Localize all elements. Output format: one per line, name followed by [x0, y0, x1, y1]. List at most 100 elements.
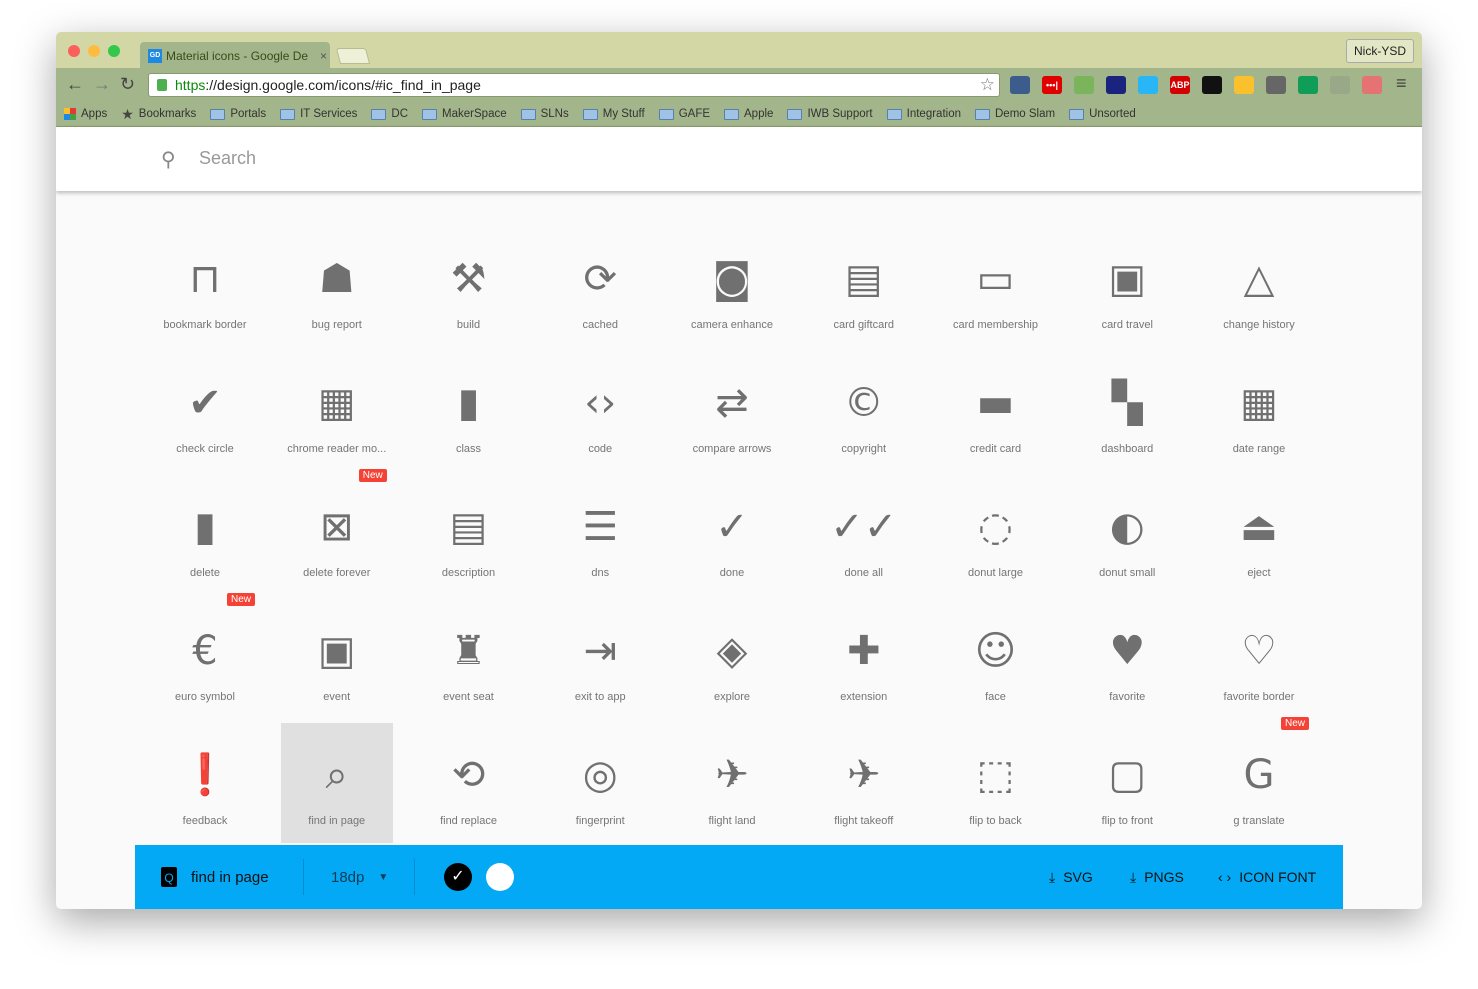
- icon-tile[interactable]: ◌ donut large: [940, 475, 1052, 595]
- icon-tile[interactable]: ☗ bug report: [281, 227, 393, 347]
- favorite-icon: ♥: [1109, 628, 1146, 674]
- bookmark-item[interactable]: GAFE: [658, 108, 710, 120]
- icon-tile[interactable]: ⇥ exit to app: [544, 599, 656, 719]
- bookmark-item[interactable]: SLNs: [520, 108, 569, 120]
- icon-tile[interactable]: ▮ delete: [149, 475, 261, 595]
- bookmark-item[interactable]: My Stuff: [582, 108, 645, 120]
- lastpass-extension-icon[interactable]: •••|: [1042, 76, 1062, 94]
- bookmark-item[interactable]: Apps: [64, 108, 107, 120]
- bookmark-item[interactable]: IT Services: [280, 108, 357, 120]
- forward-icon[interactable]: →: [93, 74, 111, 95]
- icon-tile[interactable]: ⟳ cached: [544, 227, 656, 347]
- bookmark-item[interactable]: Portals: [210, 108, 266, 120]
- bookmark-item[interactable]: Integration: [886, 108, 961, 120]
- icon-tile[interactable]: ◎ fingerprint: [544, 723, 656, 843]
- bookmark-label: IWB Support: [807, 108, 873, 120]
- icon-tile[interactable]: ✓✓ done all: [808, 475, 920, 595]
- icon-tile[interactable]: ✚ extension: [808, 599, 920, 719]
- icon-tile[interactable]: ▤ card giftcard: [808, 227, 920, 347]
- white-color-option[interactable]: [486, 863, 514, 891]
- download-pngs-button[interactable]: ⤓ PNGS: [1130, 845, 1184, 909]
- icon-tile[interactable]: ✈ flight land: [676, 723, 788, 843]
- icon-tile[interactable]: ♥ favorite: [1071, 599, 1183, 719]
- adblock-plus-extension-icon[interactable]: ABP: [1170, 76, 1190, 94]
- icon-tile[interactable]: ▦ chrome reader mo...: [281, 351, 393, 471]
- bulb-extension-icon[interactable]: [1266, 76, 1286, 94]
- icon-tile[interactable]: ✔ check circle: [149, 351, 261, 471]
- close-window-button[interactable]: [68, 45, 80, 57]
- icon-tile[interactable]: △ change history: [1203, 227, 1315, 347]
- icon-tile[interactable]: ⊠ delete forever New: [281, 469, 393, 595]
- cast-extension-icon[interactable]: [1330, 76, 1350, 94]
- folder-icon: [787, 108, 803, 120]
- maximize-window-button[interactable]: [108, 45, 120, 57]
- menu-icon[interactable]: ≡: [1396, 73, 1407, 94]
- bookmark-item[interactable]: ★ Bookmarks: [121, 106, 196, 123]
- done-all-icon: ✓✓: [830, 504, 898, 550]
- bookmark-item[interactable]: Unsorted: [1069, 108, 1136, 120]
- icon-tile[interactable]: ▣ event: [281, 599, 393, 719]
- icon-tile[interactable]: ☺ face: [940, 599, 1052, 719]
- icon-tile[interactable]: ▤ description: [413, 475, 525, 595]
- euro-symbol-icon: €: [192, 628, 218, 674]
- icon-tile[interactable]: © copyright: [808, 351, 920, 471]
- keep-extension-icon[interactable]: [1234, 76, 1254, 94]
- size-dropdown[interactable]: 18dp ▼: [331, 845, 388, 909]
- icon-tile[interactable]: ❗ feedback: [149, 723, 261, 843]
- apps-icon: [64, 108, 76, 120]
- icon-tile[interactable]: ✈ flight takeoff: [808, 723, 920, 843]
- download-svg-button[interactable]: ⤓ SVG: [1049, 845, 1093, 909]
- ext-1-extension-icon[interactable]: [1010, 76, 1030, 94]
- profile-button[interactable]: Nick-YSD: [1345, 39, 1414, 63]
- icon-tile[interactable]: ▚ dashboard: [1071, 351, 1183, 471]
- pin-extension-icon[interactable]: [1138, 76, 1158, 94]
- icon-tile[interactable]: ⟲ find replace: [413, 723, 525, 843]
- bookmark-item[interactable]: Apple: [724, 108, 773, 120]
- icon-tile[interactable]: ⚒ build: [413, 227, 525, 347]
- icon-tile[interactable]: ▢ flip to front: [1071, 723, 1183, 843]
- search-input[interactable]: Search: [199, 148, 256, 169]
- ext-3-extension-icon[interactable]: [1074, 76, 1094, 94]
- icon-tile[interactable]: ♜ event seat: [413, 599, 525, 719]
- icon-tile[interactable]: ☰ dns: [544, 475, 656, 595]
- icon-tile[interactable]: ▦ date range: [1203, 351, 1315, 471]
- icon-font-button[interactable]: ‹ › ICON FONT: [1218, 845, 1316, 909]
- icon-tile[interactable]: ‹› code: [544, 351, 656, 471]
- icon-tile[interactable]: ▮ class: [413, 351, 525, 471]
- icon-tile[interactable]: ✓ done: [676, 475, 788, 595]
- bookmark-star-icon[interactable]: ☆: [980, 74, 995, 96]
- browser-tab[interactable]: GD Material icons - Google De ×: [140, 42, 330, 69]
- icon-tile[interactable]: ◐ donut small: [1071, 475, 1183, 595]
- qr-code-extension-icon[interactable]: [1202, 76, 1222, 94]
- bookmark-item[interactable]: DC: [371, 108, 408, 120]
- icon-tile[interactable]: ♡ favorite border: [1203, 599, 1315, 719]
- icon-tile[interactable]: ⇄ compare arrows: [676, 351, 788, 471]
- bookmark-border-icon: ⊓: [189, 256, 221, 302]
- icon-tile[interactable]: ◈ explore: [676, 599, 788, 719]
- icon-tile[interactable]: ▣ card travel: [1071, 227, 1183, 347]
- icon-tile[interactable]: ▭ card membership: [940, 227, 1052, 347]
- close-tab-icon[interactable]: ×: [320, 49, 327, 63]
- icon-tile[interactable]: ▬ credit card: [940, 351, 1052, 471]
- description-icon: ▤: [449, 504, 488, 550]
- bookmark-item[interactable]: IWB Support: [787, 108, 873, 120]
- minimize-window-button[interactable]: [88, 45, 100, 57]
- icon-label: dns: [591, 567, 610, 579]
- icon-tile[interactable]: ⏏ eject: [1203, 475, 1315, 595]
- black-color-option[interactable]: ✓: [444, 863, 472, 891]
- back-icon[interactable]: ←: [66, 74, 84, 95]
- reload-icon[interactable]: ↻: [120, 74, 135, 95]
- icon-tile[interactable]: ⬚ flip to back: [940, 723, 1052, 843]
- new-tab-button[interactable]: [335, 48, 371, 64]
- bookmark-item[interactable]: Demo Slam: [975, 108, 1055, 120]
- address-bar[interactable]: https://design.google.com/icons/#ic_find…: [148, 73, 1000, 97]
- classroom-extension-icon[interactable]: [1298, 76, 1318, 94]
- icon-tile[interactable]: Gg translate New: [1203, 717, 1315, 843]
- icon-tile[interactable]: ⌕ find in page: [280, 723, 393, 843]
- bookmark-item[interactable]: MakerSpace: [422, 108, 507, 120]
- cloud-extension-icon[interactable]: [1106, 76, 1126, 94]
- icon-tile[interactable]: ⊓ bookmark border: [149, 227, 261, 347]
- icon-tile[interactable]: € euro symbol New: [149, 593, 261, 719]
- icon-tile[interactable]: ◙ camera enhance: [676, 227, 788, 347]
- ext-12-extension-icon[interactable]: [1362, 76, 1382, 94]
